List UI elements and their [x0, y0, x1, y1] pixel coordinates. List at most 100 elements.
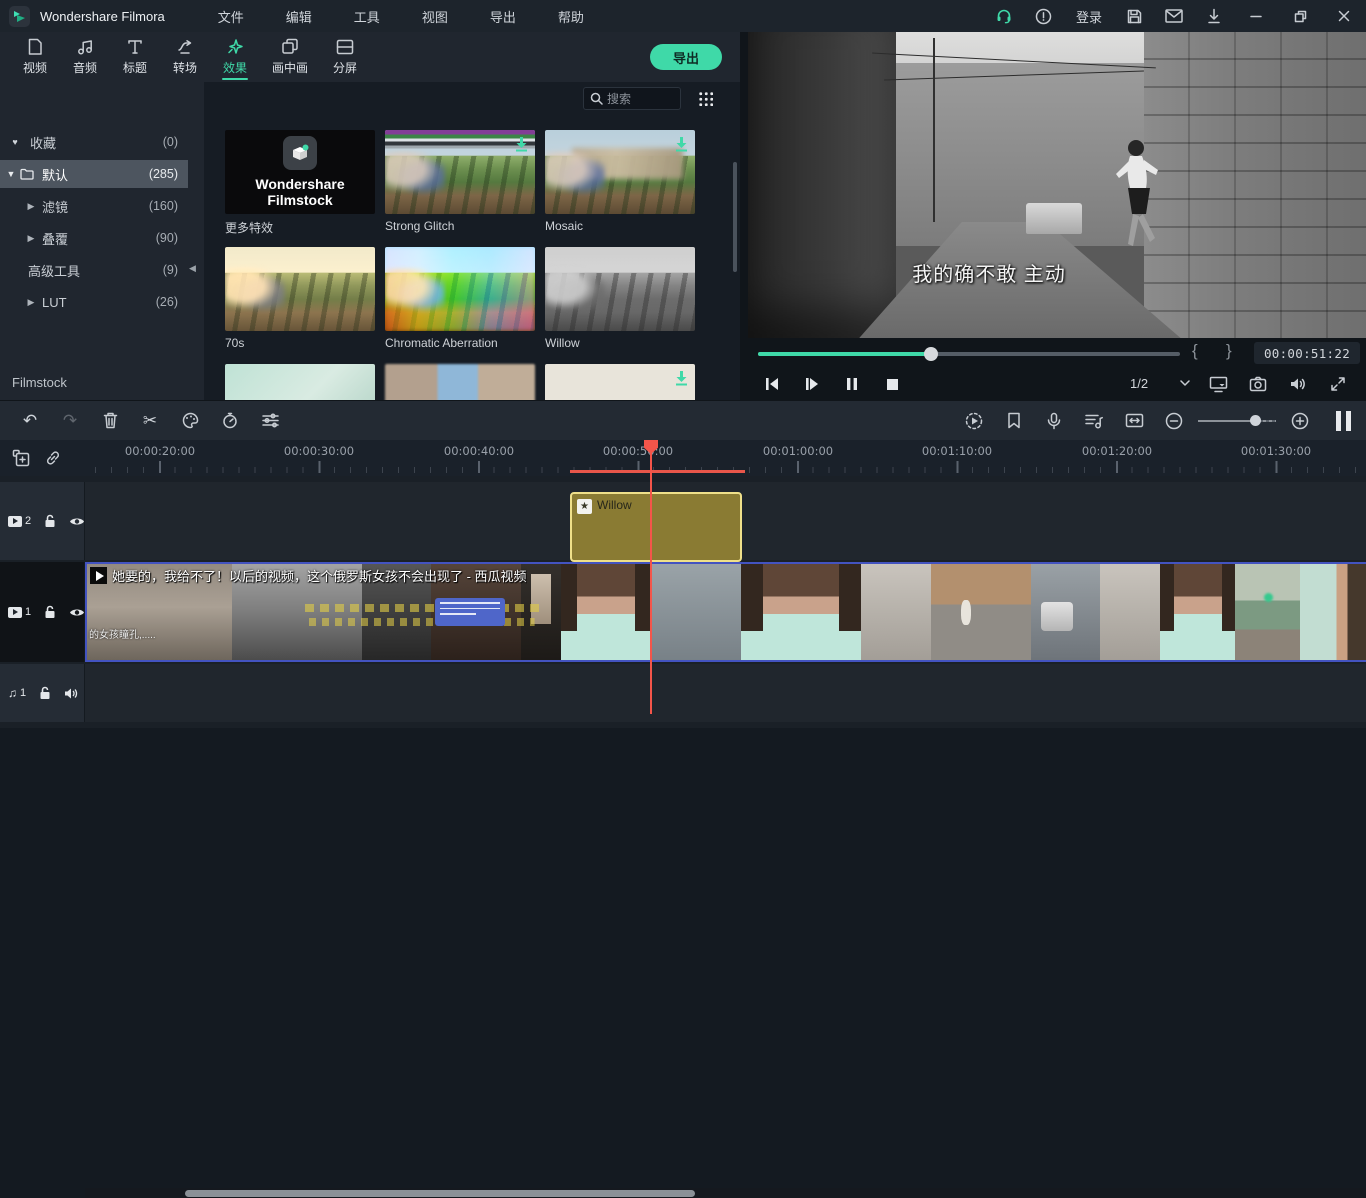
- speaker-icon[interactable]: [64, 687, 79, 700]
- mail-icon[interactable]: [1154, 0, 1194, 32]
- willow-effect-clip[interactable]: ★ Willow: [570, 492, 742, 562]
- sidebar-item-overlays[interactable]: ▶ 叠覆 (90): [0, 224, 188, 252]
- fit-timeline-button[interactable]: [1114, 401, 1154, 441]
- fullscreen-icon[interactable]: [1322, 371, 1354, 397]
- zoom-out-button[interactable]: [1154, 401, 1194, 441]
- export-button[interactable]: 导出: [650, 44, 722, 70]
- effect-card-70s[interactable]: 70s: [225, 247, 375, 350]
- lock-icon[interactable]: [44, 514, 56, 528]
- audio-track-icon: ♫1: [8, 686, 26, 700]
- effect-card-partial-1[interactable]: [225, 364, 375, 400]
- split-scissors-button[interactable]: ✂: [130, 401, 170, 441]
- delete-button[interactable]: [90, 401, 130, 441]
- mark-out-button[interactable]: }: [1226, 341, 1232, 361]
- redo-button[interactable]: ↷: [50, 401, 90, 441]
- tab-audio[interactable]: 音频: [60, 32, 110, 82]
- zoom-in-button[interactable]: [1280, 401, 1320, 441]
- menu-export[interactable]: 导出: [469, 7, 537, 26]
- color-palette-button[interactable]: [170, 401, 210, 441]
- previous-frame-button[interactable]: [752, 370, 792, 398]
- zoom-slider-thumb[interactable]: [1250, 415, 1261, 426]
- download-effect-icon[interactable]: [674, 136, 689, 152]
- add-track-icon[interactable]: [12, 449, 30, 467]
- adjust-sliders-button[interactable]: [250, 401, 290, 441]
- marker-button[interactable]: [994, 401, 1034, 441]
- mark-in-button[interactable]: {: [1192, 341, 1198, 361]
- login-button[interactable]: 登录: [1064, 7, 1114, 26]
- minimize-button[interactable]: [1234, 0, 1278, 32]
- preview-zoom-select[interactable]: 1/2: [1112, 371, 1198, 395]
- audio-mixer-button[interactable]: [1074, 401, 1114, 441]
- download-effect-icon[interactable]: [514, 136, 529, 152]
- tab-video[interactable]: 视频: [10, 32, 60, 82]
- effect-card-mosaic[interactable]: Mosaic: [545, 130, 695, 233]
- sidebar-item-lut[interactable]: ▶ LUT (26): [0, 288, 188, 316]
- voiceover-mic-button[interactable]: [1034, 401, 1074, 441]
- support-headset-icon[interactable]: [984, 0, 1024, 32]
- seek-bar[interactable]: [758, 352, 1180, 356]
- lock-icon[interactable]: [39, 686, 51, 700]
- speaker-icon[interactable]: [1282, 371, 1314, 397]
- snapshot-camera-icon[interactable]: [1242, 371, 1274, 397]
- next-frame-button[interactable]: [792, 370, 832, 398]
- tab-effects[interactable]: 效果: [210, 32, 260, 82]
- video-subtitle: 我的确不敢 主动: [748, 258, 1230, 287]
- timeline-ruler[interactable]: 00:00:20:00 00:00:30:00 00:00:40:00 00:0…: [0, 440, 1366, 476]
- timeline-hscroll-thumb[interactable]: [185, 1190, 695, 1197]
- effects-scrollbar[interactable]: [733, 162, 737, 272]
- info-icon[interactable]: [1024, 0, 1064, 32]
- tab-pip[interactable]: 画中画: [260, 32, 320, 82]
- close-button[interactable]: [1322, 0, 1366, 32]
- menu-help[interactable]: 帮助: [537, 7, 605, 26]
- lock-icon[interactable]: [44, 605, 56, 619]
- effect-card-strong-glitch[interactable]: Strong Glitch: [385, 130, 535, 233]
- render-preview-button[interactable]: [954, 401, 994, 441]
- download-icon[interactable]: [1194, 0, 1234, 32]
- sidebar-item-filters[interactable]: ▶ 滤镜 (160): [0, 192, 188, 220]
- restore-button[interactable]: [1278, 0, 1322, 32]
- eye-icon[interactable]: [69, 607, 85, 618]
- timeline-tracks: 2 ★ Willow 1: [0, 476, 1366, 728]
- timeline-zoom-slider[interactable]: [1198, 401, 1276, 441]
- effect-card-willow[interactable]: Willow: [545, 247, 695, 350]
- tab-transitions[interactable]: 转场: [160, 32, 210, 82]
- save-icon[interactable]: [1114, 0, 1154, 32]
- pause-render-toggle[interactable]: [1320, 401, 1366, 441]
- sidebar-item-default[interactable]: ▼ 默认 (285): [0, 160, 188, 188]
- seek-thumb[interactable]: [924, 347, 938, 361]
- menu-view[interactable]: 视图: [401, 7, 469, 26]
- search-box[interactable]: [583, 87, 681, 110]
- collapse-sidebar-icon[interactable]: ◀: [189, 263, 196, 274]
- video-track-icon: 1: [8, 606, 31, 618]
- sidebar-item-favorites[interactable]: ♥ 收藏 (0): [0, 128, 188, 156]
- menu-edit[interactable]: 编辑: [265, 7, 333, 26]
- effect-card-partial-2[interactable]: [385, 364, 535, 400]
- link-clips-icon[interactable]: [44, 449, 62, 467]
- send-to-display-icon[interactable]: [1202, 371, 1234, 397]
- effect-card-filmstock[interactable]: Wondershare Filmstock 更多特效: [225, 130, 375, 236]
- seek-row: { } 00:00:51:22: [740, 338, 1366, 368]
- preview-video[interactable]: 我的确不敢 主动: [748, 32, 1366, 338]
- video-track-icon: 2: [8, 515, 31, 527]
- speed-timer-button[interactable]: [210, 401, 250, 441]
- effect-card-chromatic-aberration[interactable]: Chromatic Aberration: [385, 247, 535, 350]
- undo-button[interactable]: ↶: [10, 401, 50, 441]
- menu-tools[interactable]: 工具: [333, 7, 401, 26]
- sidebar-item-advanced-tools[interactable]: 高级工具 (9): [0, 256, 188, 284]
- sidebar-filmstock-link[interactable]: Filmstock: [12, 375, 67, 390]
- ruler-label: 00:00:50:00: [603, 444, 673, 458]
- eye-icon[interactable]: [69, 516, 85, 527]
- pause-button[interactable]: [832, 370, 872, 398]
- effect-card-partial-3[interactable]: [545, 364, 695, 400]
- tab-titles[interactable]: 标题: [110, 32, 160, 82]
- playhead-line[interactable]: [650, 440, 652, 714]
- main-video-clip[interactable]: 她要的，我给不了！以后的视频，这个俄罗斯女孩不会出现了 - 西瓜视频 的女孩瞳孔…: [85, 562, 1366, 662]
- menu-file[interactable]: 文件: [197, 7, 265, 26]
- ruler-label: 00:00:40:00: [444, 444, 514, 458]
- tab-split-screen[interactable]: 分屏: [320, 32, 370, 82]
- timeline-toolbar-right: [954, 401, 1366, 441]
- download-effect-icon[interactable]: [674, 370, 689, 386]
- stop-button[interactable]: [872, 370, 912, 398]
- search-input[interactable]: [607, 92, 671, 106]
- grid-view-icon[interactable]: [698, 91, 713, 106]
